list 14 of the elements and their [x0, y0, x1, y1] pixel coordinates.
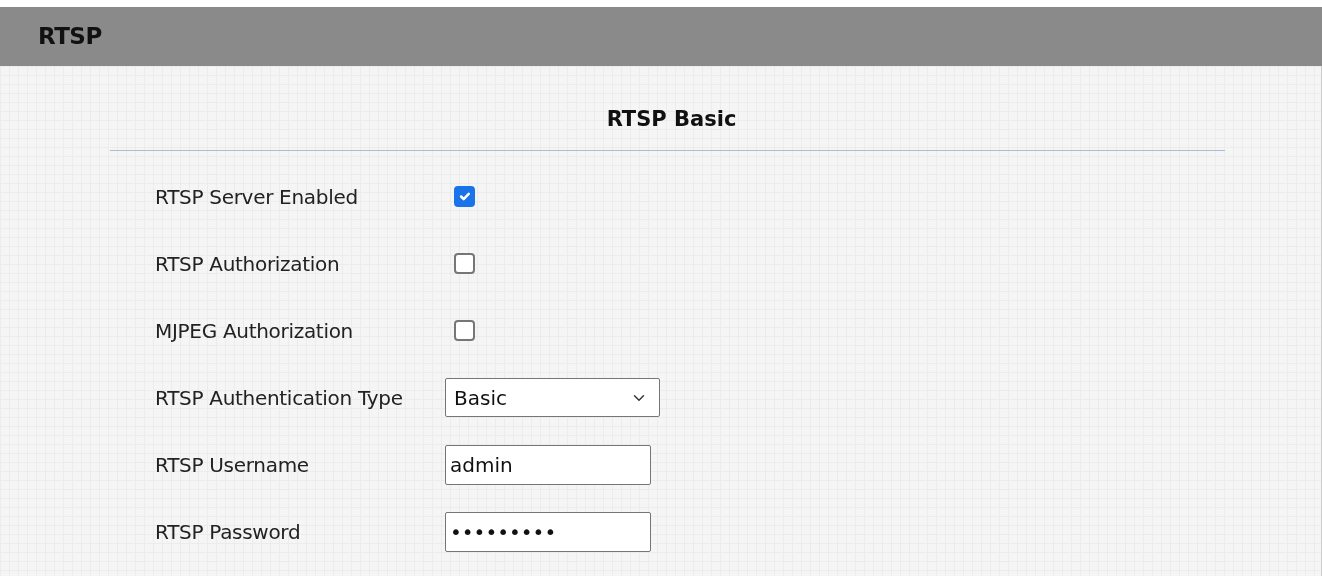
checkbox[interactable] [454, 253, 475, 274]
field-label: MJPEG Authorization [154, 317, 354, 345]
checkbox[interactable] [454, 320, 475, 341]
input-field[interactable]: admin [445, 444, 651, 485]
input-field[interactable]: ••••••••• [445, 511, 651, 552]
field-label: RTSP Authorization [154, 250, 341, 278]
field-label: RTSP Username [154, 451, 310, 479]
dropdown[interactable]: Basic [445, 378, 660, 417]
checkbox[interactable] [454, 186, 475, 207]
page-title: RTSP [38, 22, 102, 52]
section-title: RTSP Basic [605, 106, 738, 133]
field-label: RTSP Authentication Type [154, 384, 404, 412]
field-label: RTSP Password [154, 518, 302, 546]
field-label: RTSP Server Enabled [154, 183, 359, 211]
